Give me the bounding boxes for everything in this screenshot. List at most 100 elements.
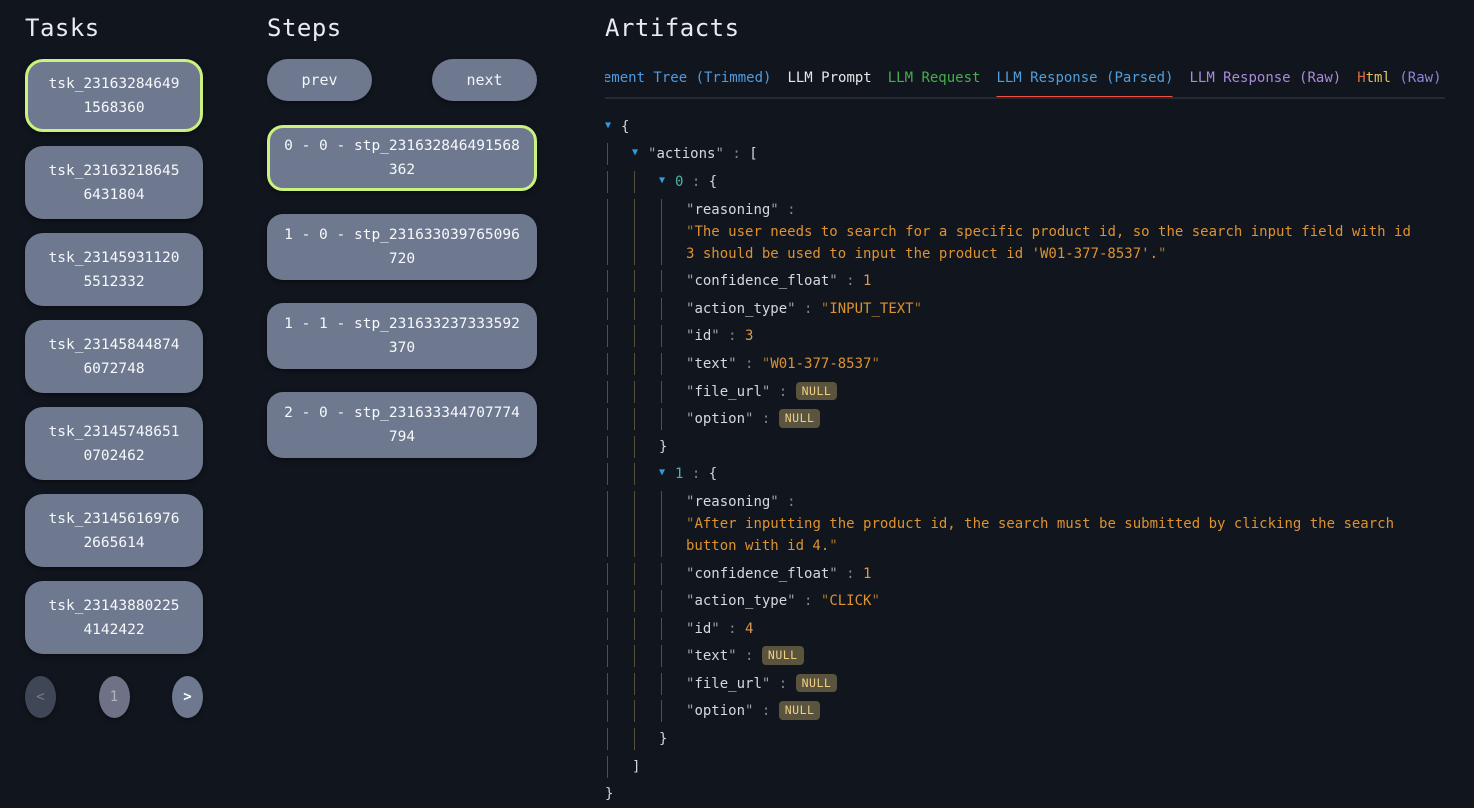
tasks-list: tsk_231632846491568360 tsk_23163218645643… [25, 59, 203, 654]
indent-guide [659, 513, 686, 557]
indent-guide [659, 221, 686, 265]
tasks-pagination: < 1 > [25, 676, 203, 718]
indent-guide [605, 171, 632, 193]
indent-guide [659, 408, 686, 430]
json-row-content: "action_type" : "INPUT_TEXT" [686, 298, 922, 320]
json-row: "file_url" : NULL [605, 670, 1445, 698]
indent-guide [605, 673, 632, 695]
indent-guide [659, 700, 686, 722]
tab-html-raw[interactable]: Html (Raw) [1357, 68, 1441, 97]
indent-guide [632, 618, 659, 640]
indent-guide [605, 590, 632, 612]
task-button[interactable]: tsk_231632846491568360 [25, 59, 203, 132]
task-button[interactable]: tsk_231459311205512332 [25, 233, 203, 306]
indent-guide [605, 728, 632, 750]
indent-guide [605, 298, 632, 320]
indent-guide [605, 270, 632, 292]
json-row: "The user needs to search for a specific… [605, 221, 1445, 268]
indent-guide [632, 513, 659, 557]
tab-llm-response-raw[interactable]: LLM Response (Raw) [1189, 68, 1341, 97]
json-row: "After inputting the product id, the sea… [605, 513, 1445, 560]
json-row-content: "actions" : [ [648, 143, 758, 165]
json-row-content: "confidence_float" : 1 [686, 270, 871, 292]
task-button[interactable]: tsk_231457486510702462 [25, 407, 203, 480]
indent-guide [605, 700, 632, 722]
json-row-content: "option" : NULL [686, 408, 820, 430]
tasks-panel: Tasks tsk_231632846491568360 tsk_23163218… [25, 14, 203, 718]
step-button[interactable]: 1 - 1 - stp_231633237333592370 [267, 303, 537, 369]
steps-prev-button[interactable]: prev [267, 59, 372, 101]
indent-guide [659, 590, 686, 612]
json-row-content: "reasoning" : [686, 491, 804, 513]
task-button[interactable]: tsk_231458448746072748 [25, 320, 203, 393]
indent-guide [605, 618, 632, 640]
tasks-title: Tasks [25, 14, 203, 42]
indent-guide [605, 756, 632, 778]
steps-next-button[interactable]: next [432, 59, 537, 101]
tab-label-part: tml [1366, 70, 1391, 86]
json-row-content: "file_url" : NULL [686, 381, 837, 403]
json-row: ] [605, 753, 1445, 781]
indent-guide [632, 270, 659, 292]
collapse-arrow-icon[interactable]: ▼ [632, 142, 648, 164]
indent-guide [632, 673, 659, 695]
indent-guide [605, 408, 632, 430]
tab-element-tree-trimmed[interactable]: Element Tree (Trimmed) [605, 68, 771, 97]
null-badge: NULL [779, 701, 821, 720]
json-row-content: "confidence_float" : 1 [686, 563, 871, 585]
json-row-content: } [659, 436, 667, 458]
pagination-page-button[interactable]: 1 [99, 676, 130, 718]
pagination-next-button[interactable]: > [172, 676, 203, 718]
indent-guide [605, 325, 632, 347]
json-row: ▼0 : { [605, 168, 1445, 196]
collapse-arrow-icon[interactable]: ▼ [659, 170, 675, 192]
json-row: ▼1 : { [605, 461, 1445, 489]
indent-guide [659, 325, 686, 347]
indent-guide [605, 199, 632, 221]
step-button[interactable]: 0 - 0 - stp_231632846491568362 [267, 125, 537, 191]
collapse-arrow-icon[interactable]: ▼ [605, 115, 621, 137]
steps-list: 0 - 0 - stp_231632846491568362 1 - 0 - st… [267, 125, 539, 458]
task-button[interactable]: tsk_231632186456431804 [25, 146, 203, 219]
json-row: "option" : NULL [605, 405, 1445, 433]
null-badge: NULL [796, 674, 838, 693]
json-row-content: "text" : "W01-377-8537" [686, 353, 880, 375]
tab-llm-request[interactable]: LLM Request [888, 68, 981, 97]
pagination-prev-button[interactable]: < [25, 676, 56, 718]
indent-guide [632, 563, 659, 585]
json-row: "option" : NULL [605, 698, 1445, 726]
indent-guide [659, 673, 686, 695]
json-row: } [605, 433, 1445, 461]
indent-guide [632, 199, 659, 221]
task-button[interactable]: tsk_231438802254142422 [25, 581, 203, 654]
indent-guide [605, 513, 632, 557]
indent-guide [659, 353, 686, 375]
null-badge: NULL [762, 646, 804, 665]
json-row-content: "text" : NULL [686, 645, 804, 667]
indent-guide [632, 728, 659, 750]
collapse-arrow-icon[interactable]: ▼ [659, 462, 675, 484]
task-button[interactable]: tsk_231456169762665614 [25, 494, 203, 567]
indent-guide [659, 645, 686, 667]
json-row: ▼"actions" : [ [605, 141, 1445, 169]
json-row-content: "file_url" : NULL [686, 673, 837, 695]
indent-guide [605, 221, 632, 265]
json-row: } [605, 780, 1445, 808]
indent-guide [659, 199, 686, 221]
tab-llm-response-parsed[interactable]: LLM Response (Parsed) [996, 68, 1173, 97]
indent-guide [632, 491, 659, 513]
json-tree: ▼{▼"actions" : [▼0 : {"reasoning" : "The… [605, 113, 1445, 808]
json-row: ▼{ [605, 113, 1445, 141]
indent-guide [632, 700, 659, 722]
steps-nav: prev next [267, 59, 537, 101]
indent-guide [632, 463, 659, 485]
step-button[interactable]: 2 - 0 - stp_231633344707774794 [267, 392, 537, 458]
tab-label-part: (Raw) [1391, 70, 1442, 86]
artifacts-panel: Artifacts Element Tree (Trimmed)LLM Prom… [605, 14, 1445, 808]
null-badge: NULL [779, 409, 821, 428]
json-row-content: "The user needs to search for a specific… [686, 221, 1416, 265]
indent-guide [659, 381, 686, 403]
step-button[interactable]: 1 - 0 - stp_231633039765096720 [267, 214, 537, 280]
indent-guide [632, 171, 659, 193]
tab-llm-prompt[interactable]: LLM Prompt [787, 68, 871, 97]
